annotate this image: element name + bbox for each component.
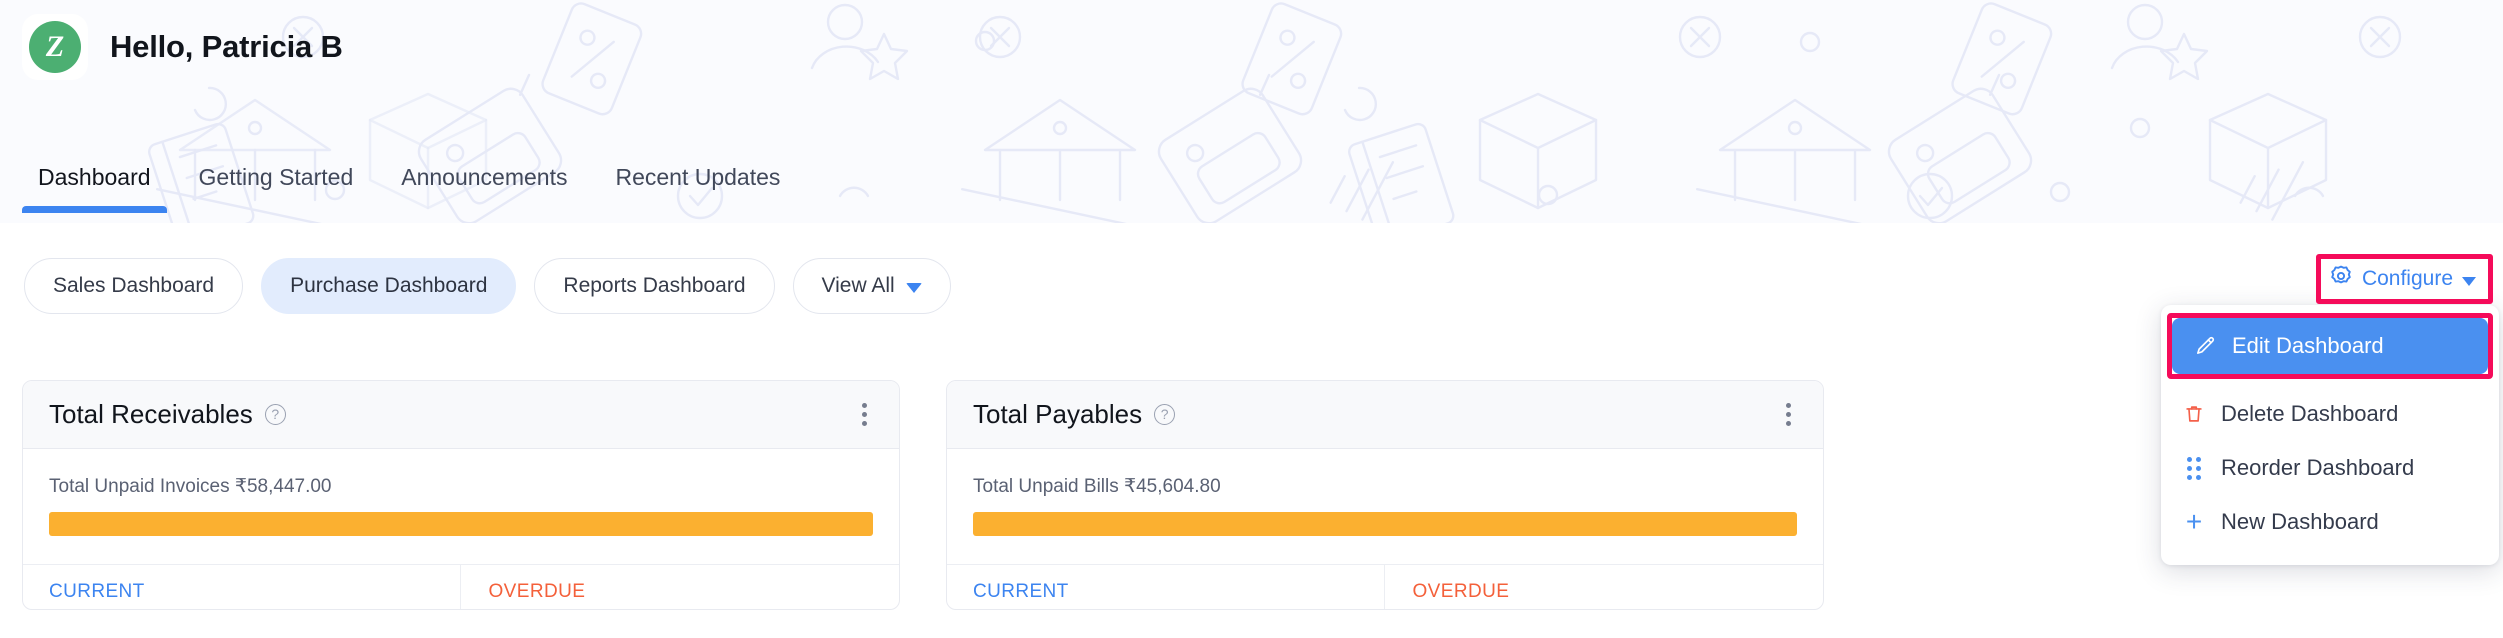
- unpaid-progress-fill: [973, 512, 1797, 536]
- edit-dashboard-annotation-box: Edit Dashboard: [2167, 313, 2493, 379]
- chevron-down-icon: [2462, 276, 2476, 286]
- card-body: Total Unpaid Invoices ₹58,447.00: [23, 449, 899, 565]
- card-footer: CURRENT OVERDUE: [947, 565, 1823, 609]
- card-header: Total Receivables ?: [23, 381, 899, 449]
- configure-dropdown-menu: Edit Dashboard Delete Dashboard Reorder …: [2161, 305, 2499, 565]
- current-label: CURRENT: [49, 581, 145, 602]
- total-unpaid-bills-label: Total Unpaid Bills ₹45,604.80: [973, 476, 1221, 497]
- menu-item-delete-dashboard-label: Delete Dashboard: [2221, 401, 2399, 426]
- card-title: Total Receivables: [49, 399, 253, 429]
- footer-column-overdue: OVERDUE: [459, 565, 900, 609]
- avatar[interactable]: Z: [22, 14, 88, 80]
- overdue-label: OVERDUE: [488, 581, 586, 602]
- configure-annotation-box: Configure: [2315, 254, 2493, 304]
- tab-dashboard[interactable]: Dashboard: [14, 164, 175, 213]
- tab-announcements-label: Announcements: [401, 164, 568, 190]
- menu-item-edit-dashboard-label: Edit Dashboard: [2232, 333, 2384, 358]
- menu-item-reorder-dashboard-label: Reorder Dashboard: [2221, 455, 2415, 480]
- pill-sales-dashboard[interactable]: Sales Dashboard: [24, 258, 244, 314]
- card-title: Total Payables: [973, 399, 1143, 429]
- tab-recent-updates[interactable]: Recent Updates: [591, 164, 804, 213]
- dashboard-switcher: Sales Dashboard Purchase Dashboard Repor…: [24, 258, 951, 314]
- dashboard-page: Z Hello, Patricia B Dashboard Getting St…: [0, 0, 2503, 638]
- greeting-row: Z Hello, Patricia B: [22, 14, 343, 80]
- chevron-down-icon: [905, 282, 922, 293]
- drag-dots-icon: [2181, 456, 2207, 480]
- tab-recent-updates-label: Recent Updates: [615, 164, 781, 190]
- avatar-letter: Z: [29, 21, 81, 73]
- menu-item-new-dashboard-label: New Dashboard: [2221, 509, 2379, 534]
- configure-label: Configure: [2361, 267, 2453, 290]
- card-total-receivables: Total Receivables ? Total Unpaid Invoice…: [22, 380, 900, 610]
- total-unpaid-invoices-label: Total Unpaid Invoices ₹58,447.00: [49, 476, 332, 497]
- view-all-button[interactable]: View All: [792, 258, 951, 314]
- tab-dashboard-label: Dashboard: [38, 164, 151, 190]
- pill-sales-dashboard-label: Sales Dashboard: [53, 274, 215, 297]
- gear-icon: [2329, 264, 2353, 294]
- plus-icon: +: [2185, 506, 2203, 537]
- unpaid-progress-fill: [49, 512, 873, 536]
- header-band: Z Hello, Patricia B Dashboard Getting St…: [0, 0, 2503, 223]
- footer-column-overdue: OVERDUE: [1383, 565, 1824, 609]
- configure-annotation: Configure: [2315, 254, 2493, 304]
- overdue-label: OVERDUE: [1412, 581, 1510, 602]
- footer-column-current: CURRENT: [23, 565, 460, 609]
- menu-item-edit-dashboard[interactable]: Edit Dashboard: [2172, 318, 2488, 374]
- tab-getting-started-label: Getting Started: [198, 164, 354, 190]
- page-title: Hello, Patricia B: [110, 29, 343, 64]
- pill-purchase-dashboard-label: Purchase Dashboard: [290, 274, 488, 297]
- card-header: Total Payables ?: [947, 381, 1823, 449]
- current-label: CURRENT: [973, 581, 1069, 602]
- card-total-payables: Total Payables ? Total Unpaid Bills ₹45,…: [946, 380, 1824, 610]
- pill-reports-dashboard[interactable]: Reports Dashboard: [534, 258, 775, 314]
- menu-item-new-dashboard[interactable]: + New Dashboard: [2161, 495, 2499, 549]
- menu-item-delete-dashboard[interactable]: Delete Dashboard: [2161, 387, 2499, 441]
- unpaid-progress-track: [49, 512, 873, 536]
- help-circle-icon[interactable]: ?: [1154, 404, 1176, 425]
- pill-reports-dashboard-label: Reports Dashboard: [563, 274, 746, 297]
- card-title-wrap: Total Payables ?: [973, 399, 1176, 430]
- configure-button[interactable]: Configure: [2327, 262, 2478, 296]
- trash-icon: [2181, 403, 2207, 425]
- unpaid-progress-track: [973, 512, 1797, 536]
- primary-tabs: Dashboard Getting Started Announcements …: [0, 150, 804, 213]
- card-footer: CURRENT OVERDUE: [23, 565, 899, 609]
- tab-getting-started[interactable]: Getting Started: [175, 164, 378, 213]
- footer-column-current: CURRENT: [947, 565, 1384, 609]
- help-circle-icon[interactable]: ?: [264, 404, 286, 425]
- pencil-icon: [2192, 335, 2218, 357]
- card-body: Total Unpaid Bills ₹45,604.80: [947, 449, 1823, 565]
- pill-purchase-dashboard[interactable]: Purchase Dashboard: [261, 258, 517, 314]
- card-title-wrap: Total Receivables ?: [49, 399, 286, 430]
- menu-item-reorder-dashboard[interactable]: Reorder Dashboard: [2161, 441, 2499, 495]
- view-all-label: View All: [821, 274, 895, 297]
- dashboard-cards: Total Receivables ? Total Unpaid Invoice…: [22, 380, 1824, 610]
- tab-announcements[interactable]: Announcements: [377, 164, 591, 213]
- kebab-menu-icon[interactable]: [1778, 397, 1799, 432]
- kebab-menu-icon[interactable]: [854, 397, 875, 432]
